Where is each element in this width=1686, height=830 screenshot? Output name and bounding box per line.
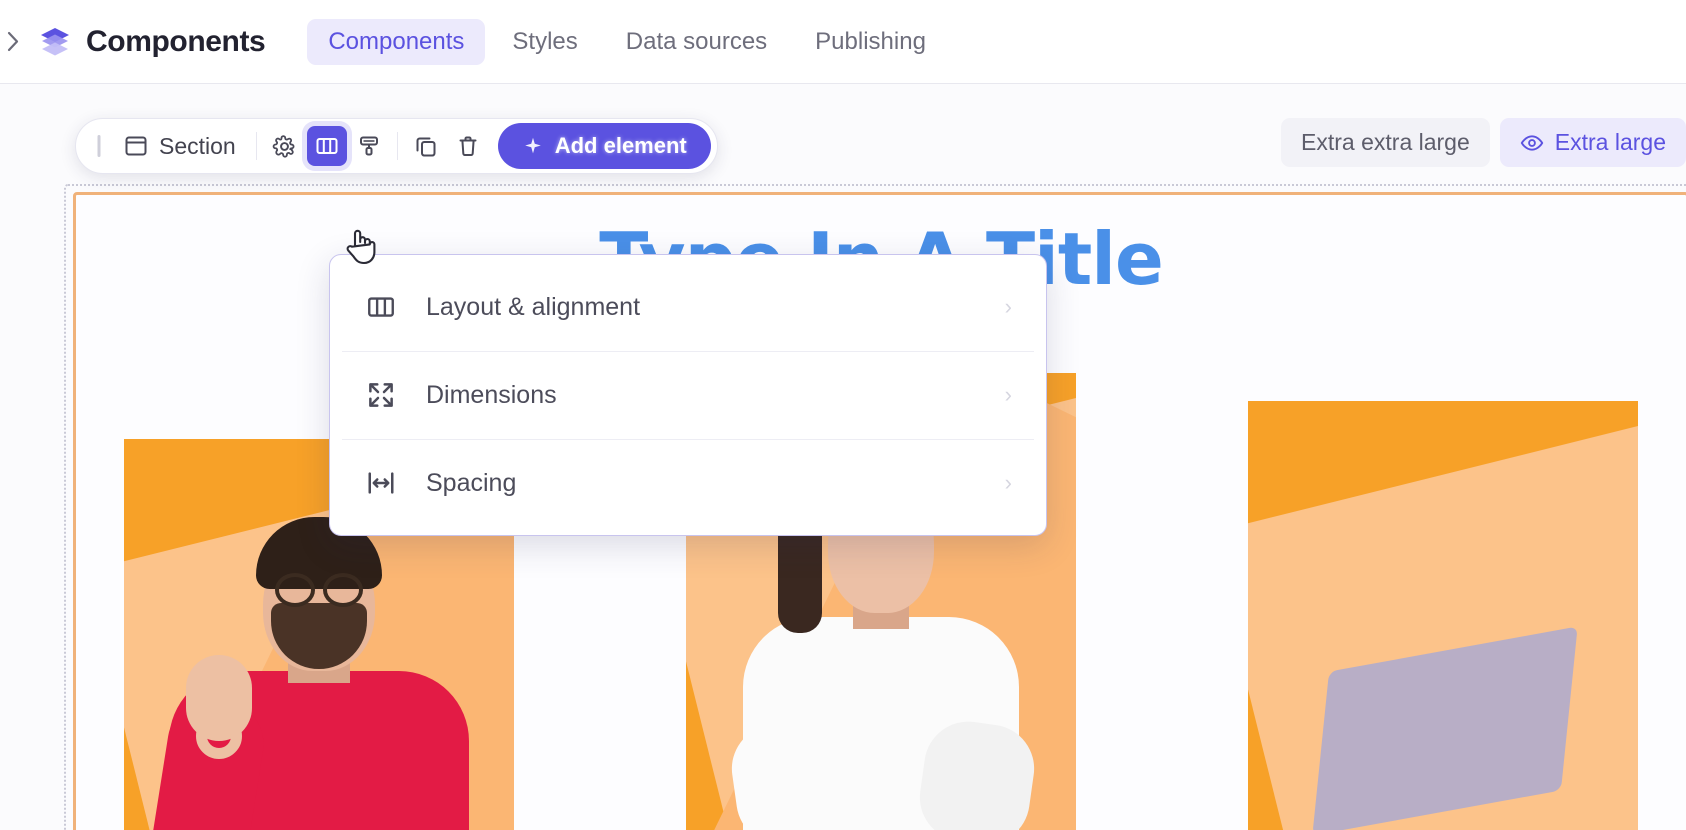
menu-item-label: Layout & alignment [426, 292, 641, 321]
toolbar-divider [396, 132, 398, 160]
menu-item-spacing[interactable]: Spacing › [330, 439, 1046, 527]
menu-item-label: Spacing [426, 468, 517, 497]
layout-columns-icon[interactable] [306, 126, 347, 166]
design-canvas[interactable]: Type In A Title Subtitle [0, 84, 1686, 830]
page-title: Components [86, 24, 266, 58]
toolbar-divider [255, 132, 257, 160]
breakpoint-label: Extra large [1554, 129, 1666, 155]
chevron-right-icon: › [1004, 382, 1012, 407]
sidebar-collapse-toggle[interactable] [2, 22, 24, 62]
menu-item-dimensions[interactable]: Dimensions › [330, 351, 1046, 439]
element-toolbar: Section Add element [75, 118, 718, 174]
gear-icon[interactable] [265, 126, 305, 166]
dimensions-expand-icon [364, 378, 398, 412]
top-navigation-bar: Components Components Styles Data source… [0, 0, 1686, 84]
tab-components[interactable]: Components [307, 18, 486, 65]
tab-publishing[interactable]: Publishing [794, 19, 947, 65]
chevron-right-icon: › [1004, 470, 1012, 495]
tab-styles[interactable]: Styles [491, 19, 598, 65]
drag-handle-icon[interactable] [90, 133, 108, 159]
chevron-right-icon: › [1004, 294, 1012, 319]
section-frame-icon [125, 136, 147, 156]
eye-icon [1520, 134, 1543, 151]
element-type-chip[interactable]: Section [110, 124, 248, 168]
add-element-button[interactable]: Add element [497, 123, 711, 169]
layout-columns-icon [364, 290, 398, 324]
sparkle-plus-icon [524, 137, 541, 154]
paint-style-icon[interactable] [349, 126, 389, 166]
menu-item-layout-alignment[interactable]: Layout & alignment › [330, 263, 1046, 351]
breakpoint-selector: Extra extra large Extra large [1281, 118, 1686, 167]
chevron-right-icon [7, 31, 18, 52]
person-card-laptop[interactable] [1248, 401, 1638, 830]
nav-tabs: Components Styles Data sources Publishin… [307, 18, 947, 65]
trash-icon[interactable] [448, 126, 488, 166]
app-logo-icon [36, 24, 72, 60]
element-type-label: Section [159, 132, 236, 159]
add-element-label: Add element [554, 133, 687, 158]
person-illustration [124, 505, 514, 830]
brand: Components [36, 24, 266, 60]
breakpoint-label: Extra extra large [1301, 129, 1470, 155]
layout-settings-dropdown-menu: Layout & alignment › Dimensions › Spacin… [329, 254, 1047, 536]
menu-item-label: Dimensions [426, 380, 557, 409]
breakpoint-extra-large[interactable]: Extra large [1499, 118, 1686, 167]
duplicate-icon[interactable] [406, 126, 446, 166]
breakpoint-extra-extra-large[interactable]: Extra extra large [1281, 118, 1490, 167]
spacing-arrows-icon [364, 466, 398, 500]
tab-data-sources[interactable]: Data sources [605, 19, 788, 65]
